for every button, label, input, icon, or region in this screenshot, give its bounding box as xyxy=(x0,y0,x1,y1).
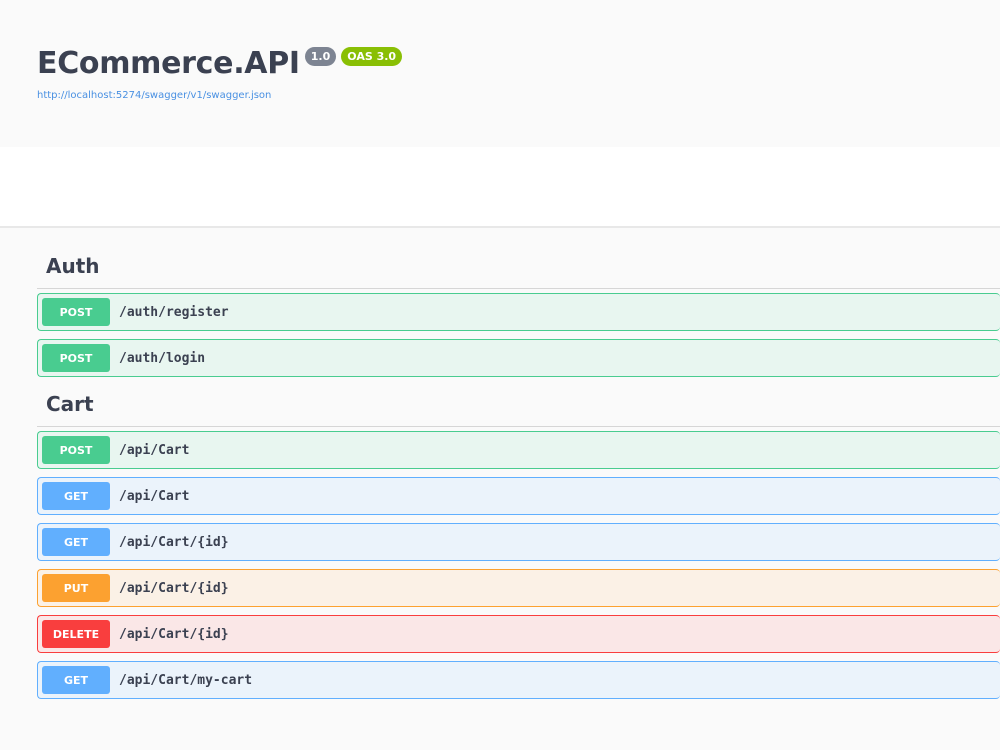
operation-path: /api/Cart/{id} xyxy=(119,626,229,642)
operation-get-api-cart-id[interactable]: GET /api/Cart/{id} xyxy=(37,523,1000,561)
version-badge: 1.0 xyxy=(304,47,337,66)
schemes-area xyxy=(0,147,1000,228)
method-badge: POST xyxy=(42,344,110,372)
operation-get-api-cart[interactable]: GET /api/Cart xyxy=(37,477,1000,515)
method-badge: PUT xyxy=(42,574,110,602)
oas-badge: OAS 3.0 xyxy=(341,47,403,66)
tag-header-cart[interactable]: Cart xyxy=(37,377,1000,427)
title-row: ECommerce.API 1.0 OAS 3.0 xyxy=(37,44,403,84)
tag-name: Cart xyxy=(46,392,94,416)
api-title: ECommerce.API xyxy=(37,46,300,81)
operation-post-auth-register[interactable]: POST /auth/register xyxy=(37,293,1000,331)
operation-path: /auth/register xyxy=(119,304,229,320)
method-badge: GET xyxy=(42,666,110,694)
operation-post-auth-login[interactable]: POST /auth/login xyxy=(37,339,1000,377)
method-badge: POST xyxy=(42,436,110,464)
operation-path: /api/Cart/my-cart xyxy=(119,672,253,688)
operation-get-api-cart-my-cart[interactable]: GET /api/Cart/my-cart xyxy=(37,661,1000,699)
operations-list: Auth POST /auth/register POST /auth/logi… xyxy=(37,229,1000,707)
method-badge: DELETE xyxy=(42,620,110,648)
spec-url-link[interactable]: http://localhost:5274/swagger/v1/swagger… xyxy=(37,90,271,101)
method-badge: GET xyxy=(42,528,110,556)
method-badge: POST xyxy=(42,298,110,326)
operation-post-api-cart[interactable]: POST /api/Cart xyxy=(37,431,1000,469)
method-badge: GET xyxy=(42,482,110,510)
tag-name: Auth xyxy=(46,254,100,278)
operation-put-api-cart-id[interactable]: PUT /api/Cart/{id} xyxy=(37,569,1000,607)
operation-path: /api/Cart xyxy=(119,488,190,504)
operation-path: /auth/login xyxy=(119,350,206,366)
api-info: ECommerce.API 1.0 OAS 3.0 http://localho… xyxy=(0,0,1000,147)
tag-header-auth[interactable]: Auth xyxy=(37,229,1000,289)
operation-path: /api/Cart/{id} xyxy=(119,534,229,550)
operation-delete-api-cart-id[interactable]: DELETE /api/Cart/{id} xyxy=(37,615,1000,653)
operation-path: /api/Cart/{id} xyxy=(119,580,229,596)
operation-path: /api/Cart xyxy=(119,442,190,458)
